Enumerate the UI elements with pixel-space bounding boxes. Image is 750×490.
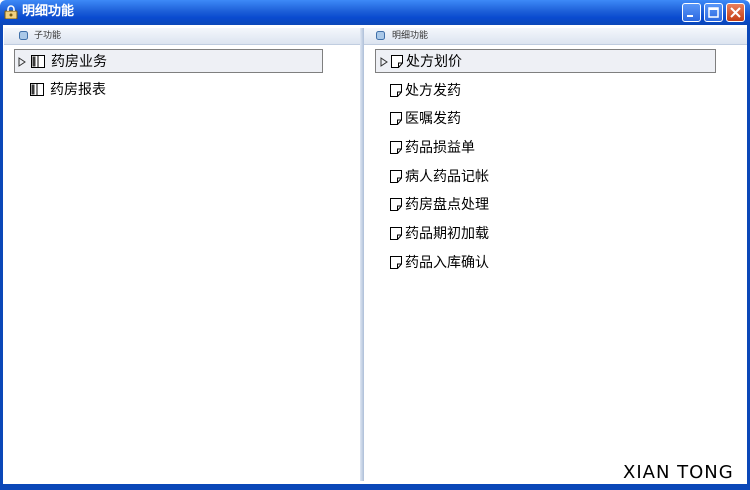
minimize-button[interactable] [682, 3, 701, 22]
detail-item-prescription-dispensing[interactable]: 处方发药 [375, 79, 716, 103]
close-button[interactable] [726, 3, 745, 22]
window-bottom-border [0, 484, 750, 490]
pane-header: 子功能 [4, 28, 360, 45]
watermark: XIAN TONG [623, 462, 734, 483]
document-icon [390, 227, 402, 240]
maximize-button[interactable] [704, 3, 723, 22]
detail-item-pharmacy-inventory[interactable]: 药房盘点处理 [375, 193, 716, 217]
window-title: 明细功能 [22, 4, 75, 19]
document-icon [391, 55, 403, 68]
expand-arrow-icon[interactable] [18, 57, 26, 67]
tree-item-label: 药房报表 [50, 82, 106, 98]
document-icon [390, 198, 402, 211]
subfunction-pane[interactable]: 子功能 药房业务 药房报表 [4, 28, 360, 481]
bullet-icon [376, 31, 385, 40]
detail-item-drug-receipt-confirm[interactable]: 药品入库确认 [375, 251, 716, 275]
document-icon [390, 256, 402, 269]
detail-item-label: 处方划价 [406, 54, 462, 70]
detail-item-label: 处方发药 [405, 83, 461, 99]
book-icon [31, 55, 45, 68]
detail-item-prescription-pricing[interactable]: 处方划价 [375, 49, 716, 73]
detail-item-label: 病人药品记帐 [405, 169, 489, 185]
document-icon [390, 170, 402, 183]
detail-item-patient-drug-billing[interactable]: 病人药品记帐 [375, 165, 716, 189]
detail-item-label: 药品损益单 [405, 140, 475, 156]
pane-header-label: 明细功能 [392, 31, 429, 41]
minimize-icon [687, 15, 693, 17]
detail-item-drug-initial-load[interactable]: 药品期初加载 [375, 222, 716, 246]
detail-item-label: 药品入库确认 [405, 255, 489, 271]
title-bar[interactable]: 明细功能 [0, 0, 750, 25]
detail-item-drug-loss-gain[interactable]: 药品损益单 [375, 136, 716, 160]
expand-arrow-icon [380, 57, 388, 67]
tree-item-pharmacy-business[interactable]: 药房业务 [14, 49, 323, 73]
lock-person-icon [4, 5, 18, 19]
bullet-icon [19, 31, 28, 40]
close-icon [730, 7, 741, 18]
tree-item-pharmacy-reports[interactable]: 药房报表 [14, 78, 323, 102]
document-icon [390, 84, 402, 97]
tree-item-label: 药房业务 [51, 54, 107, 70]
document-icon [390, 141, 402, 154]
detail-item-label: 药品期初加载 [405, 226, 489, 242]
pane-header: 明细功能 [364, 28, 747, 45]
document-icon [390, 112, 402, 125]
pane-header-label: 子功能 [34, 31, 62, 41]
book-icon [30, 83, 44, 96]
detail-item-order-dispensing[interactable]: 医嘱发药 [375, 107, 716, 131]
detail-function-pane[interactable]: 明细功能 处方划价 处方发药 医嘱发药 药品损益单 病人药品记帐 药房盘点处理 … [364, 28, 747, 481]
maximize-icon [708, 7, 719, 18]
detail-item-label: 药房盘点处理 [405, 197, 489, 213]
detail-item-label: 医嘱发药 [405, 111, 461, 127]
